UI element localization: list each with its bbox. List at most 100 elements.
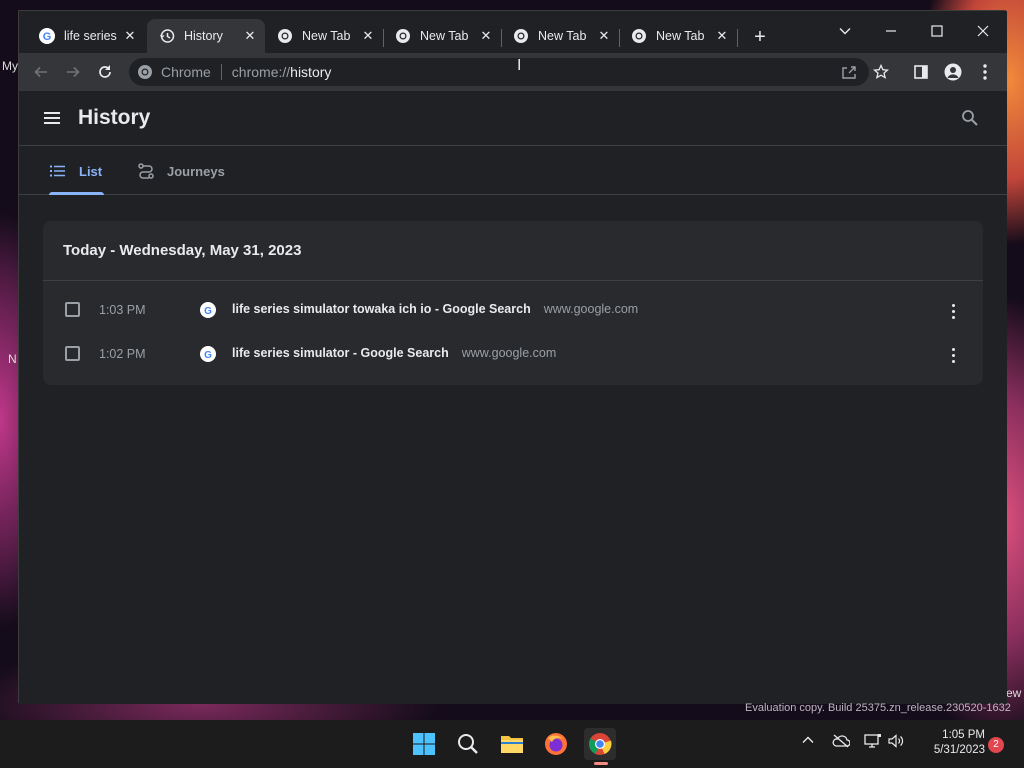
new-tab-button[interactable]: + (747, 25, 773, 51)
network-icon[interactable] (864, 734, 882, 751)
entry-time: 1:02 PM (99, 347, 146, 361)
clock-date: 5/31/2023 (933, 744, 985, 756)
arrow-right-icon (67, 66, 80, 78)
history-icon (159, 28, 175, 44)
site-chip[interactable]: Chrome (129, 64, 211, 80)
tab-title: History (184, 29, 223, 43)
history-entry[interactable]: 1:02 PM G life series simulator - Google… (43, 333, 983, 377)
desktop-icon-label: My (2, 59, 18, 73)
entry-checkbox[interactable] (65, 302, 80, 317)
list-icon (49, 162, 67, 180)
search-history-button[interactable] (961, 109, 981, 129)
tab-life-series[interactable]: G life series ✕ (27, 19, 145, 53)
site-chip-label: Chrome (161, 64, 211, 80)
chrome-icon (631, 28, 647, 44)
history-entry[interactable]: 1:03 PM G life series simulator towaka i… (43, 289, 983, 333)
hamburger-menu-button[interactable] (43, 109, 63, 129)
day-title: Today - Wednesday, May 31, 2023 (63, 242, 302, 259)
evaluation-watermark: Evaluation copy. Build 25375.zn_release.… (745, 702, 1011, 714)
volume-icon[interactable] (888, 734, 904, 751)
menu-button[interactable] (973, 60, 997, 84)
close-icon[interactable]: ✕ (241, 28, 259, 44)
close-icon[interactable]: ✕ (121, 28, 139, 44)
entry-title[interactable]: life series simulator - Google Search (232, 346, 449, 360)
chevron-up-icon (802, 736, 814, 743)
omnibox-separator (220, 64, 222, 80)
tab-new-tab[interactable]: New Tab ✕ (619, 19, 737, 53)
reload-icon (99, 65, 111, 78)
address-bar[interactable]: Chrome chrome://history (129, 58, 869, 86)
page-header: History (19, 91, 1007, 146)
entry-link[interactable]: life series simulator - Google Search www… (232, 346, 556, 360)
chrome-icon (277, 28, 293, 44)
history-day-card: Today - Wednesday, May 31, 2023 1:03 PM … (43, 221, 983, 385)
svg-text:G: G (204, 306, 212, 316)
minimize-icon (886, 30, 896, 32)
show-hidden-icons-button[interactable] (802, 734, 814, 749)
notification-badge[interactable]: 2 (988, 737, 1004, 753)
tab-list[interactable]: List (49, 147, 102, 195)
file-explorer-icon[interactable] (496, 728, 528, 760)
entry-domain: www.google.com (543, 302, 639, 316)
tab-new-tab[interactable]: New Tab ✕ (265, 19, 383, 53)
tab-journeys[interactable]: Journeys (137, 147, 225, 195)
entry-more-button[interactable] (943, 301, 963, 321)
browser-window: G life series ✕ History ✕ New Tab ✕ New … (18, 10, 1007, 704)
close-window-button[interactable] (963, 17, 1003, 45)
tab-label: Journeys (167, 163, 225, 179)
tab-separator (737, 29, 738, 47)
close-icon[interactable]: ✕ (477, 28, 495, 44)
tab-history[interactable]: History ✕ (147, 19, 265, 53)
reload-button[interactable] (93, 60, 117, 84)
taskbar: 1:05 PM 5/31/2023 2 (0, 720, 1024, 768)
tab-strip: G life series ✕ History ✕ New Tab ✕ New … (19, 11, 1007, 53)
entry-link[interactable]: life series simulator towaka ich io - Go… (232, 302, 638, 316)
tab-title: New Tab (656, 29, 705, 43)
entry-time: 1:03 PM (99, 303, 146, 317)
desktop-icon-label: N (8, 352, 17, 366)
day-header: Today - Wednesday, May 31, 2023 (43, 221, 983, 281)
page-title: History (78, 106, 151, 129)
close-icon[interactable]: ✕ (595, 28, 613, 44)
onedrive-offline-icon[interactable] (832, 734, 851, 751)
forward-button[interactable] (61, 60, 85, 84)
tab-title: New Tab (538, 29, 587, 43)
journeys-icon (137, 162, 155, 180)
search-icon[interactable] (452, 728, 484, 760)
star-icon (873, 64, 889, 79)
close-icon[interactable]: ✕ (713, 28, 731, 44)
entry-title[interactable]: life series simulator towaka ich io - Go… (232, 302, 531, 316)
chrome-icon (395, 28, 411, 44)
desktop-icon-label: ew (1006, 686, 1022, 700)
chrome-icon[interactable] (584, 728, 616, 760)
arrow-left-icon (34, 66, 47, 78)
close-icon[interactable]: ✕ (359, 28, 377, 44)
share-icon (842, 66, 856, 79)
tab-title: New Tab (302, 29, 351, 43)
google-g-icon: G (200, 346, 216, 362)
maximize-button[interactable] (917, 17, 957, 45)
tab-new-tab[interactable]: New Tab ✕ (501, 19, 619, 53)
firefox-icon[interactable] (540, 728, 572, 760)
tab-title: life series (64, 29, 117, 43)
avatar-icon (944, 63, 962, 81)
share-button[interactable] (837, 60, 861, 84)
entry-checkbox[interactable] (65, 346, 80, 361)
close-icon (977, 25, 989, 37)
bookmark-button[interactable] (869, 60, 893, 84)
entry-more-button[interactable] (943, 345, 963, 365)
profile-button[interactable] (941, 60, 965, 84)
back-button[interactable] (29, 60, 53, 84)
system-clock[interactable]: 1:05 PM 5/31/2023 (915, 728, 985, 758)
history-page: History List Journeys Today - Wednesday,… (19, 91, 1007, 704)
windows-start-icon[interactable] (408, 728, 440, 760)
url-text[interactable]: chrome://history (232, 64, 332, 80)
side-panel-button[interactable] (909, 60, 933, 84)
chevron-down-icon (839, 28, 851, 35)
tab-new-tab[interactable]: New Tab ✕ (383, 19, 501, 53)
google-g-icon: G (200, 302, 216, 318)
browser-toolbar: Chrome chrome://history (19, 53, 1007, 91)
side-panel-icon (914, 65, 928, 79)
tab-search-button[interactable] (825, 17, 865, 45)
minimize-button[interactable] (871, 17, 911, 45)
